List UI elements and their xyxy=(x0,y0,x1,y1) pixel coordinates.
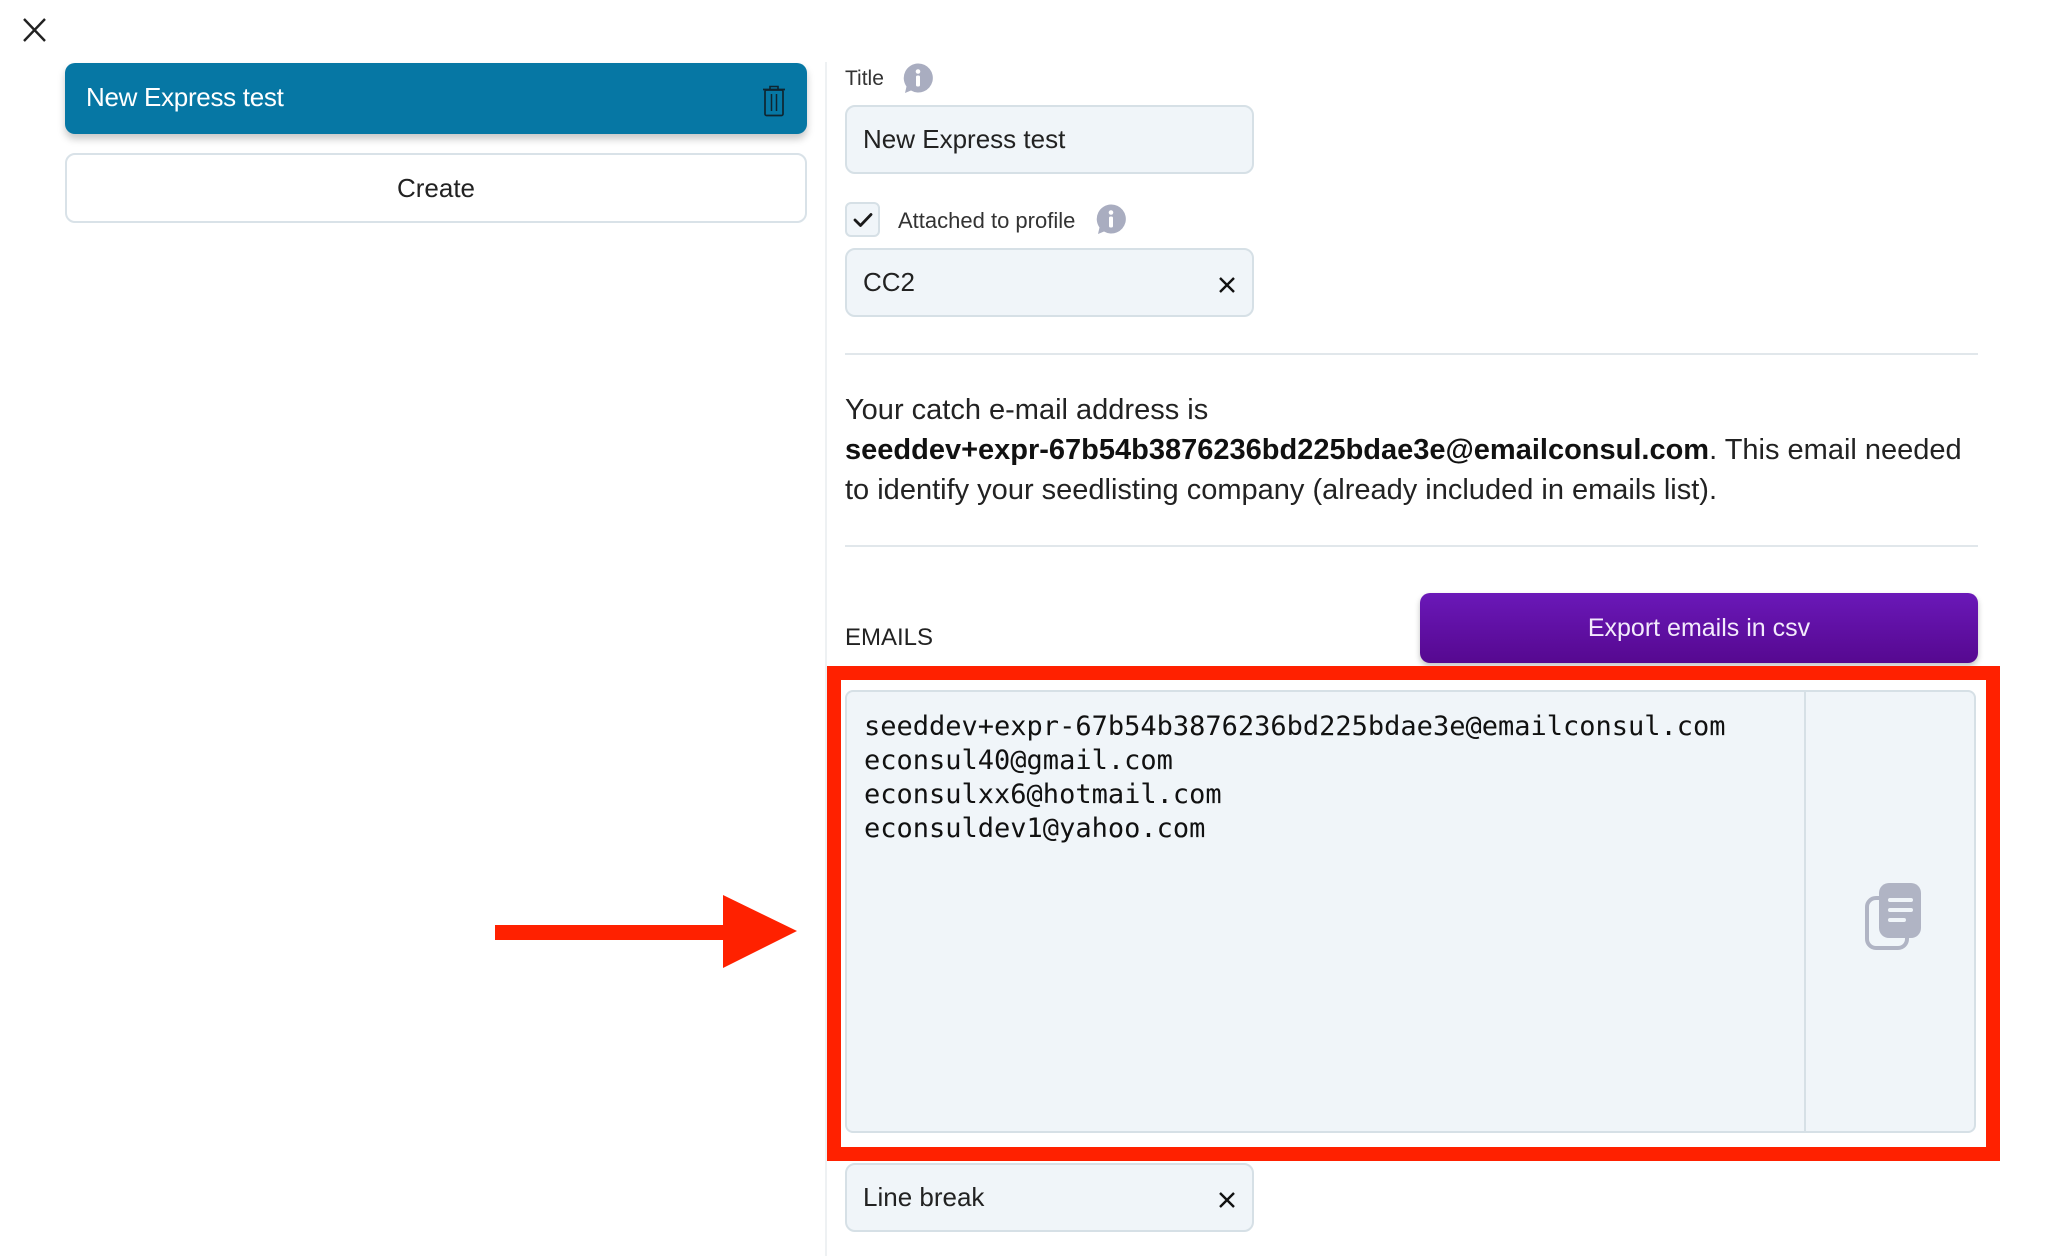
title-input[interactable]: New Express test xyxy=(845,105,1254,174)
profile-select-value: CC2 xyxy=(863,267,916,297)
create-button[interactable]: Create xyxy=(65,153,807,223)
attached-to-profile-label: Attached to profile xyxy=(898,208,1076,233)
section-divider xyxy=(845,545,1978,547)
catch-email-address: seeddev+expr-67b54b3876236bd225bdae3e@em… xyxy=(845,434,1710,466)
catch-email-prefix: Your catch e-mail address is xyxy=(845,394,1209,426)
emails-label: EMAILS xyxy=(845,624,934,651)
create-button-label: Create xyxy=(396,172,476,203)
info-icon xyxy=(903,63,933,93)
catch-email-notice: Your catch e-mail address is seeddev+exp… xyxy=(845,390,1985,510)
trash-icon xyxy=(763,85,785,117)
title-input-value: New Express test xyxy=(863,124,1066,154)
checkmark-icon xyxy=(853,212,872,227)
highlight-annotation xyxy=(827,666,2000,1161)
sidebar-item-label: New Express test xyxy=(86,82,284,112)
arrow-right-icon xyxy=(495,895,797,968)
close-icon xyxy=(1219,1191,1235,1208)
export-emails-csv-button[interactable]: Export emails in csv xyxy=(1420,593,1978,663)
info-icon xyxy=(1096,204,1126,234)
title-info-button[interactable] xyxy=(902,62,934,99)
sidebar-item-new-express-test[interactable]: New Express test xyxy=(65,63,807,134)
clear-profile-button[interactable] xyxy=(1216,272,1238,294)
separator-select-value: Line break xyxy=(863,1182,985,1212)
attached-to-profile-checkbox[interactable] xyxy=(845,202,880,237)
export-button-label: Export emails in csv xyxy=(1587,613,1811,642)
profile-select[interactable]: CC2 xyxy=(845,248,1254,317)
title-label: Title xyxy=(845,67,884,90)
delete-item-button[interactable] xyxy=(761,85,787,117)
attached-info-button[interactable] xyxy=(1095,203,1127,240)
clear-separator-button[interactable] xyxy=(1216,1187,1238,1209)
close-button[interactable] xyxy=(18,14,50,46)
close-icon xyxy=(23,18,46,42)
separator-select[interactable]: Line break xyxy=(845,1163,1254,1232)
close-icon xyxy=(1219,276,1235,293)
section-divider xyxy=(845,353,1978,355)
